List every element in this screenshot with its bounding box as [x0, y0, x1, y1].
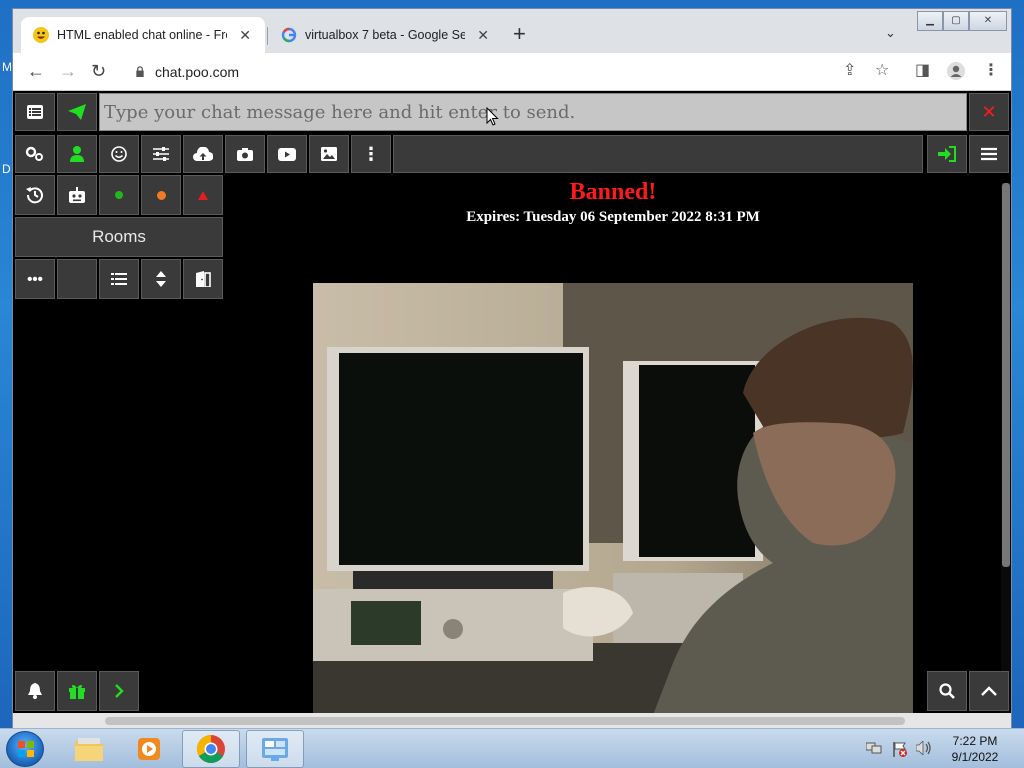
control-panel-taskbar-icon[interactable]	[246, 730, 304, 768]
more-vertical-icon[interactable]: ⋮	[351, 135, 391, 173]
chrome-taskbar-icon[interactable]	[182, 730, 240, 768]
clock-date: 9/1/2022	[951, 750, 999, 764]
tab-title: virtualbox 7 beta - Google Search	[305, 28, 465, 42]
message-list-icon[interactable]	[15, 93, 55, 131]
youtube-icon[interactable]	[267, 135, 307, 173]
horizontal-scrollbar[interactable]	[13, 713, 1011, 729]
sign-in-icon[interactable]	[927, 135, 967, 173]
smiley-icon[interactable]	[99, 135, 139, 173]
file-explorer-taskbar-icon[interactable]	[60, 730, 118, 768]
system-clock[interactable]: 7:22 PM 9/1/2022	[940, 733, 1010, 765]
tab-chat[interactable]: HTML enabled chat online - Free ✕	[21, 17, 265, 53]
robot-bot-icon[interactable]	[57, 175, 97, 215]
desktop-icon-label: D	[2, 162, 11, 176]
close-tab-icon[interactable]: ✕	[237, 27, 253, 44]
chat-page: ✕ ⋮	[13, 91, 1011, 713]
network-tray-icon[interactable]	[865, 741, 882, 758]
reload-icon[interactable]: ↻	[91, 61, 106, 81]
minimize-button[interactable]: ▁	[917, 11, 943, 31]
back-arrow-icon[interactable]: ←	[27, 61, 45, 81]
emoji-favicon-icon	[33, 27, 49, 43]
status-busy-icon[interactable]	[183, 175, 223, 215]
side-panel-icon[interactable]: ◨	[915, 62, 930, 80]
url-text: chat.poo.com	[155, 64, 240, 80]
ban-image	[313, 283, 913, 713]
close-tab-icon[interactable]: ✕	[475, 27, 491, 44]
new-tab-button[interactable]: +	[513, 23, 526, 45]
bookmark-star-icon[interactable]: ☆	[875, 62, 889, 80]
desktop-icon-label: M	[2, 60, 12, 74]
windows-start-button[interactable]	[6, 731, 44, 767]
sort-icon[interactable]	[141, 259, 181, 299]
expand-chevron-icon[interactable]	[99, 671, 139, 711]
address-bar[interactable]: chat.poo.com	[123, 58, 863, 86]
room-list-icon[interactable]	[99, 259, 139, 299]
image-icon[interactable]	[309, 135, 349, 173]
clear-close-icon[interactable]: ✕	[969, 93, 1009, 131]
camera-icon[interactable]	[225, 135, 265, 173]
ban-expiry-text: Expires: Tuesday 06 September 2022 8:31 …	[466, 209, 760, 225]
close-window-button[interactable]: ✕	[969, 11, 1007, 31]
chat-message-input[interactable]	[99, 93, 967, 131]
tab-google-search[interactable]: virtualbox 7 beta - Google Search ✕	[269, 17, 503, 53]
empty-room-slot[interactable]	[57, 259, 97, 299]
scroll-top-chevron-icon[interactable]	[969, 671, 1009, 711]
sliders-icon[interactable]	[141, 135, 181, 173]
chat-input-field[interactable]	[100, 94, 966, 130]
rooms-heading: Rooms	[15, 217, 223, 257]
profile-avatar-icon[interactable]	[947, 62, 965, 85]
action-center-flag-icon[interactable]	[892, 741, 908, 760]
maximize-button[interactable]: ▢	[943, 11, 969, 31]
cloud-upload-icon[interactable]	[183, 135, 223, 173]
browser-menu-icon[interactable]: ⋮	[983, 62, 999, 80]
send-paper-plane-icon[interactable]	[57, 93, 97, 131]
lock-icon	[136, 66, 144, 77]
share-icon[interactable]: ⇪	[843, 62, 856, 80]
forward-arrow-icon[interactable]: →	[59, 61, 77, 81]
notification-bell-icon[interactable]	[15, 671, 55, 711]
tab-title: HTML enabled chat online - Free	[57, 28, 228, 42]
chat-content-area: Banned! Expires: Tuesday 06 September 20…	[225, 175, 1001, 713]
scroll-thumb[interactable]	[1002, 183, 1010, 567]
door-exit-icon[interactable]	[183, 259, 223, 299]
gift-icon[interactable]	[57, 671, 97, 711]
user-profile-icon[interactable]	[57, 135, 97, 173]
toolbar-spacer	[393, 135, 923, 173]
ban-title: Banned!	[569, 179, 657, 205]
status-online-icon[interactable]	[99, 175, 139, 215]
status-away-icon[interactable]	[141, 175, 181, 215]
mouse-cursor-icon	[486, 107, 499, 126]
search-icon[interactable]	[927, 671, 967, 711]
more-horizontal-icon[interactable]: •••	[15, 259, 55, 299]
hamburger-menu-icon[interactable]	[969, 135, 1009, 173]
tab-divider	[267, 27, 268, 45]
media-player-taskbar-icon[interactable]	[120, 730, 178, 768]
taskbar: 7:22 PM 9/1/2022	[0, 728, 1024, 768]
volume-speaker-icon[interactable]	[915, 740, 932, 758]
clock-time: 7:22 PM	[952, 734, 998, 748]
browser-toolbar: ← → ↻ chat.poo.com ⇪ ☆ ◨ ⋮	[13, 53, 1011, 91]
tab-search-chevron-icon[interactable]: ⌄	[885, 25, 896, 41]
history-icon[interactable]	[15, 175, 55, 215]
google-favicon-icon	[281, 27, 297, 43]
browser-window: HTML enabled chat online - Free ✕ virtua…	[12, 8, 1012, 730]
settings-gears-icon[interactable]	[15, 135, 55, 173]
vertical-scrollbar[interactable]	[1001, 183, 1011, 713]
tab-strip: HTML enabled chat online - Free ✕ virtua…	[13, 9, 1011, 53]
scroll-thumb[interactable]	[105, 717, 905, 725]
